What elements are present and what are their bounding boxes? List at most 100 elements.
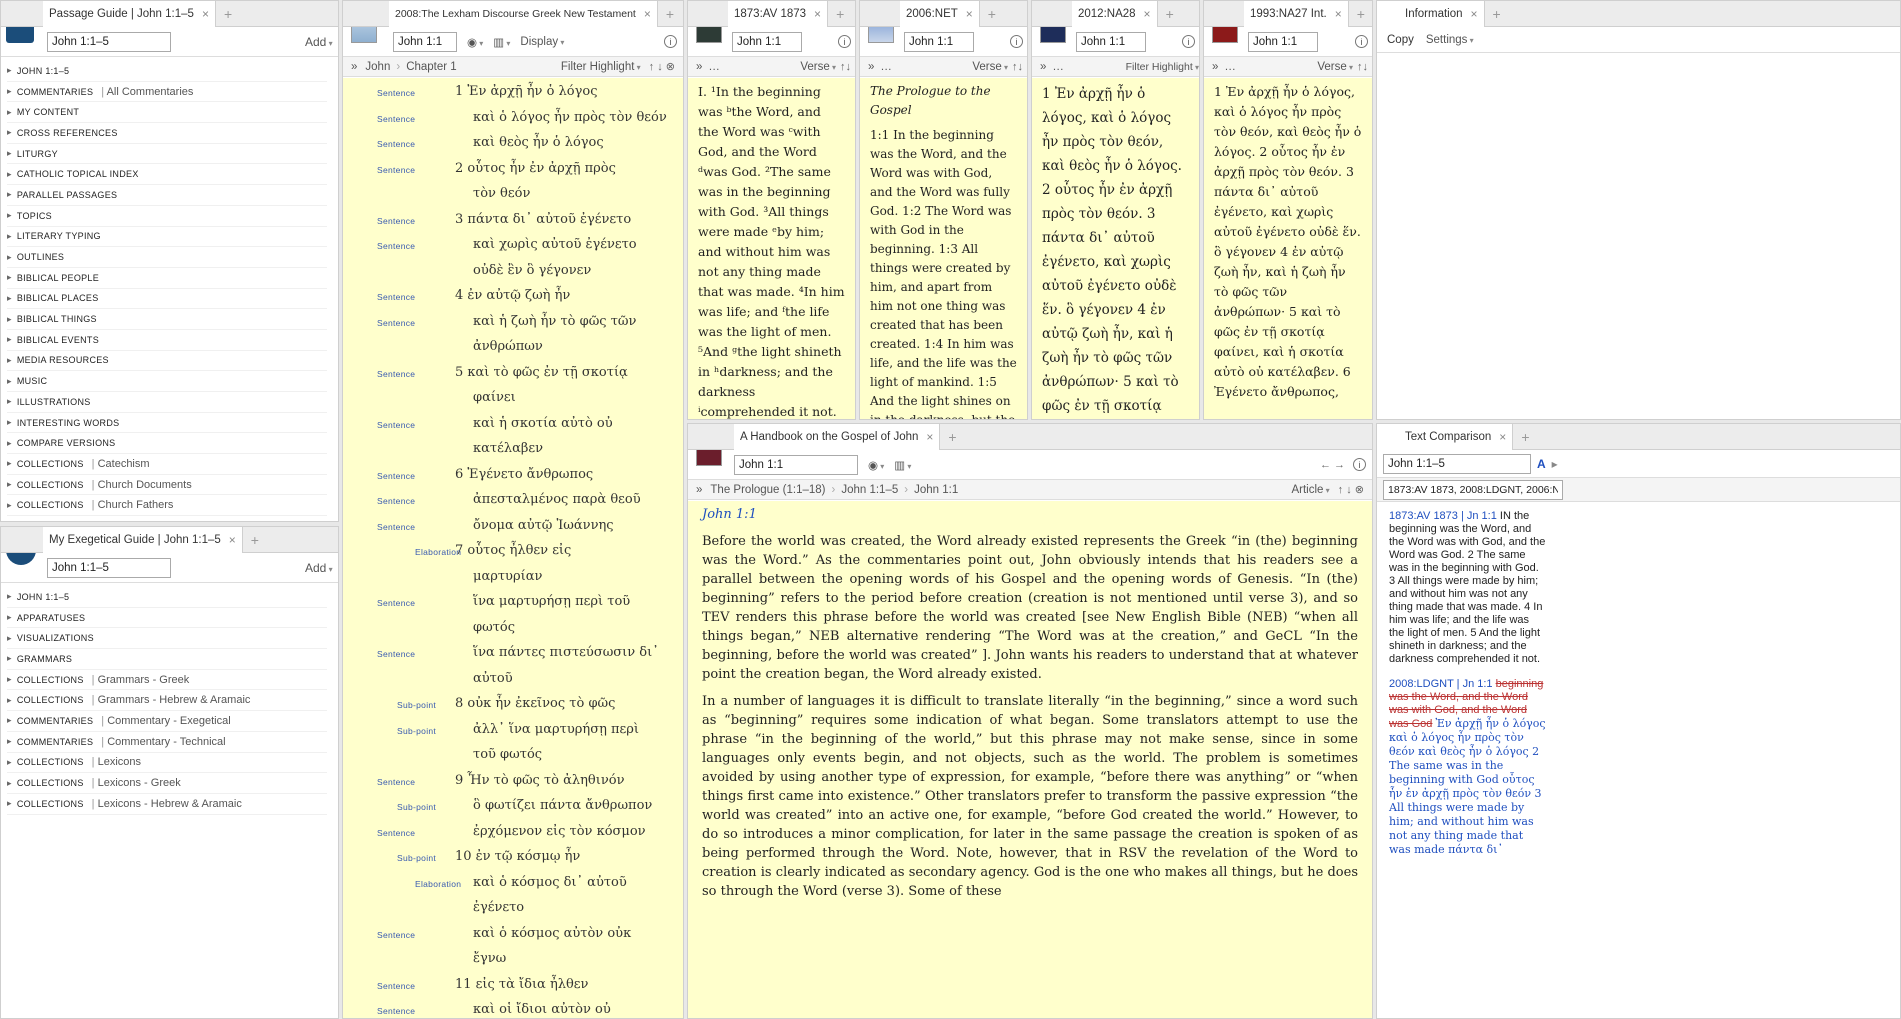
tab-net[interactable]: 2006:NET × [900,1,980,27]
guide-section-item[interactable]: Collections Catechism [7,454,327,475]
comparison-ref-ldgnt[interactable]: 2008:LDGNT | Jn 1:1 [1389,678,1493,690]
info-icon[interactable]: i [1182,35,1195,48]
guide-section-item[interactable]: Apparatuses [7,608,327,629]
passage-guide-reference-input[interactable] [47,31,171,52]
nav-arrows-icon[interactable]: ↑ ↓ ⊗ [1338,483,1364,496]
guide-section-item[interactable]: Collections Lexicons - Greek [7,773,327,794]
tab-text-comparison[interactable]: Text Comparison × [1377,424,1514,450]
guide-section-item[interactable]: Liturgy [7,144,327,165]
verse-button[interactable]: Verse [1317,61,1353,73]
guide-section-item[interactable]: Collections Lexicons - Hebrew & Aramaic [7,794,327,815]
nav-arrows-icon[interactable]: ↑↓ [1357,61,1368,73]
na27-reference-input[interactable] [1248,31,1318,52]
breadcrumb-book[interactable]: John [365,61,390,73]
guide-section-item[interactable]: Cross References [7,123,327,144]
expand-icon[interactable]: » [696,484,702,496]
close-icon[interactable]: × [202,7,209,21]
guide-section-item[interactable]: Commentaries Commentary - Exegetical [7,711,327,732]
guide-section-item[interactable]: John 1:1–5 [7,587,327,608]
info-icon[interactable]: i [664,35,677,48]
guide-section-item[interactable]: Biblical People [7,268,327,289]
add-tab-icon[interactable]: + [251,532,259,548]
net-reference-input[interactable] [904,31,974,52]
breadcrumb-more[interactable]: … [880,61,892,73]
verse-button[interactable]: Verse [972,61,1008,73]
guide-section-item[interactable]: Collections Lexicons [7,753,327,774]
parallel-resources-icon[interactable]: ◉ [868,458,884,472]
close-icon[interactable]: × [1335,7,1342,21]
close-icon[interactable]: × [644,7,651,21]
handbook-reference-input[interactable] [734,454,858,475]
history-arrows-icon[interactable]: ← → [1320,459,1345,471]
breadcrumb-more[interactable]: … [708,61,720,73]
info-icon[interactable]: i [1355,35,1368,48]
tab-na27[interactable]: 1993:NA27 Int. × [1244,1,1349,27]
breadcrumb-passage[interactable]: John 1:1–5 [841,484,898,496]
expand-icon[interactable]: » [1212,61,1218,73]
versions-input[interactable] [1383,479,1563,500]
add-tab-icon[interactable]: + [988,6,996,22]
tab-information[interactable]: Information × [1377,1,1485,27]
breadcrumb-more[interactable]: … [1052,61,1064,73]
av-reference-input[interactable] [732,31,802,52]
add-tab-icon[interactable]: + [1166,6,1174,22]
guide-section-item[interactable]: Outlines [7,247,327,268]
tab-passage-guide[interactable]: Passage Guide | John 1:1–5 × [43,1,216,27]
guide-section-item[interactable]: Interesting Words [7,413,327,434]
guide-section-item[interactable]: Collections Grammars - Hebrew & Aramaic [7,690,327,712]
guide-section-item[interactable]: Literary Typing [7,227,327,248]
nav-arrows-icon[interactable]: ↑↓ [840,61,851,73]
breadcrumb-chapter[interactable]: Chapter 1 [406,61,457,73]
guide-section-item[interactable]: Collections Church Fathers [7,495,327,517]
add-tab-icon[interactable]: + [1493,6,1501,22]
guide-section-item[interactable]: Media Resources [7,351,327,372]
font-size-icon[interactable]: A [1537,457,1546,471]
breadcrumb-section[interactable]: The Prologue (1:1–18) [710,484,825,496]
guide-section-item[interactable]: Visualizations [7,628,327,650]
expand-icon[interactable]: » [868,61,874,73]
breadcrumb-more[interactable]: … [1224,61,1236,73]
add-button[interactable]: Add [305,35,333,49]
guide-section-item[interactable]: Commentaries All Commentaries [7,82,327,103]
filter-highlight-button[interactable]: Filter Highlight [1126,61,1199,73]
close-icon[interactable]: × [1144,7,1151,21]
guide-section-item[interactable]: Parallel Passages [7,185,327,206]
guide-section-item[interactable]: Collections Church Documents [7,475,327,496]
guide-section-item[interactable]: Grammars [7,649,327,670]
comparison-ref-av[interactable]: 1873:AV 1873 | Jn 1:1 [1389,510,1497,522]
expand-icon[interactable]: » [1040,61,1046,73]
na28-reference-input[interactable] [1076,31,1146,52]
tab-av[interactable]: 1873:AV 1873 × [728,1,829,27]
tab-ldgnt[interactable]: 2008:The Lexham Discourse Greek New Test… [389,1,658,27]
guide-section-item[interactable]: Compare Versions [7,433,327,455]
verse-button[interactable]: Verse [800,61,836,73]
article-button[interactable]: Article [1291,484,1329,496]
add-tab-icon[interactable]: + [1357,6,1365,22]
nav-arrows-icon[interactable]: ↑↓ [1012,61,1023,73]
add-tab-icon[interactable]: + [224,6,232,22]
filter-highlight-button[interactable]: Filter Highlight [561,61,641,73]
close-icon[interactable]: × [1471,7,1478,21]
info-icon[interactable]: i [838,35,851,48]
add-button[interactable]: Add [305,561,333,575]
guide-section-item[interactable]: Collections Grammars - Greek [7,670,327,691]
expand-icon[interactable]: » [351,61,357,73]
close-icon[interactable]: × [926,430,933,444]
guide-section-item[interactable]: Commentaries Commentary - Technical [7,732,327,753]
guide-section-item[interactable]: Illustrations [7,392,327,413]
parallel-resources-icon[interactable]: ◉ [467,35,483,49]
close-icon[interactable]: × [1499,430,1506,444]
add-tab-icon[interactable]: + [1521,429,1529,445]
panel-menu-icon[interactable]: ▥ [894,458,911,472]
guide-section-item[interactable]: Topics [7,206,327,227]
tab-handbook[interactable]: A Handbook on the Gospel of John × [734,424,941,450]
expand-icon[interactable]: » [696,61,702,73]
guide-section-item[interactable]: Biblical Things [7,309,327,330]
close-icon[interactable]: × [229,533,236,547]
comparison-reference-input[interactable] [1383,453,1531,474]
breadcrumb-verse[interactable]: John 1:1 [914,484,958,496]
tab-exegetical-guide[interactable]: My Exegetical Guide | John 1:1–5 × [43,527,243,553]
guide-section-item[interactable]: John 1:1–5 [7,61,327,82]
guide-section-item[interactable]: Biblical Places [7,289,327,310]
tab-na28[interactable]: 2012:NA28 × [1072,1,1158,27]
